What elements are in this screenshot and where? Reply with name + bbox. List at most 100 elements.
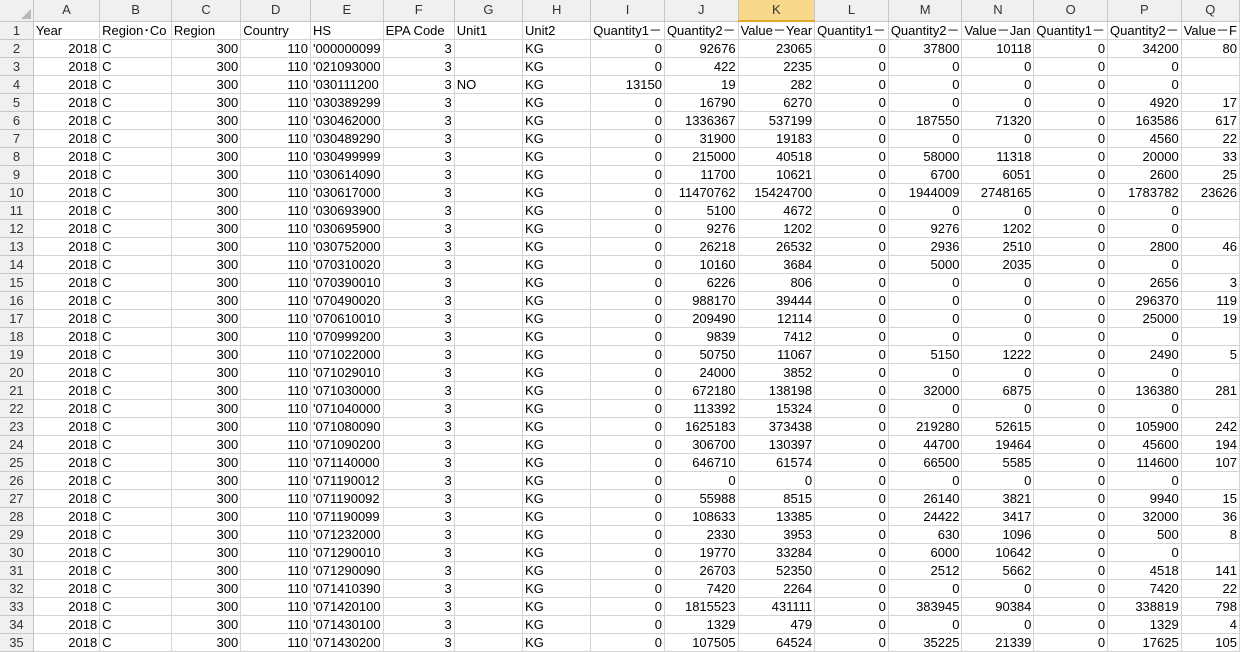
cell[interactable]: 300: [171, 273, 242, 292]
cell[interactable]: KG: [522, 345, 592, 364]
cell[interactable]: 296370: [1107, 291, 1182, 310]
row-header[interactable]: 32: [0, 579, 34, 598]
cell[interactable]: 0: [590, 399, 665, 418]
cell[interactable]: 0: [814, 525, 889, 544]
cell[interactable]: KG: [522, 417, 592, 436]
cell[interactable]: 2035: [961, 255, 1035, 274]
row-header[interactable]: 11: [0, 201, 34, 220]
cell[interactable]: C: [99, 273, 172, 292]
cell[interactable]: '071040000: [310, 399, 384, 418]
cell[interactable]: 0: [1033, 507, 1109, 526]
cell[interactable]: [1181, 57, 1240, 76]
cell[interactable]: C: [99, 309, 172, 328]
cell[interactable]: 110: [240, 291, 312, 310]
cell[interactable]: 0: [590, 237, 665, 256]
row-header[interactable]: 6: [0, 111, 34, 130]
cell[interactable]: KG: [522, 381, 592, 400]
row-header[interactable]: 2: [0, 39, 34, 58]
cell[interactable]: [454, 255, 524, 274]
cell[interactable]: 3852: [738, 363, 816, 382]
cell[interactable]: 3953: [738, 525, 816, 544]
cell[interactable]: C: [99, 237, 172, 256]
cell[interactable]: 0: [590, 633, 665, 652]
cell[interactable]: 300: [171, 111, 242, 130]
row-header[interactable]: 15: [0, 273, 34, 292]
cell[interactable]: 58000: [888, 147, 963, 166]
cell[interactable]: 36: [1181, 507, 1240, 526]
cell[interactable]: Value－Year: [738, 21, 816, 40]
cell[interactable]: 163586: [1107, 111, 1182, 130]
cell[interactable]: 107505: [664, 633, 739, 652]
cell[interactable]: 19: [1181, 309, 1240, 328]
cell[interactable]: 17625: [1107, 633, 1182, 652]
cell[interactable]: 1815523: [664, 597, 739, 616]
column-header-j[interactable]: J: [664, 0, 739, 22]
cell[interactable]: 242: [1181, 417, 1240, 436]
cell[interactable]: [1181, 201, 1240, 220]
cell[interactable]: [454, 543, 524, 562]
cell[interactable]: 23065: [738, 39, 816, 58]
cell[interactable]: '070390010: [310, 273, 384, 292]
row-header[interactable]: 30: [0, 543, 34, 562]
cell[interactable]: 0: [814, 291, 889, 310]
cell[interactable]: KG: [522, 111, 592, 130]
cell[interactable]: KG: [522, 435, 592, 454]
cell[interactable]: [454, 399, 524, 418]
cell[interactable]: 22: [1181, 579, 1240, 598]
cell[interactable]: 798: [1181, 597, 1240, 616]
cell[interactable]: '071190099: [310, 507, 384, 526]
cell[interactable]: 107: [1181, 453, 1240, 472]
cell[interactable]: 0: [1033, 309, 1109, 328]
cell[interactable]: 0: [888, 363, 963, 382]
cell[interactable]: 0: [1033, 381, 1109, 400]
cell[interactable]: 0: [590, 489, 665, 508]
cell[interactable]: [454, 111, 524, 130]
cell[interactable]: 5100: [664, 201, 739, 220]
cell[interactable]: 0: [961, 363, 1035, 382]
cell[interactable]: KG: [522, 543, 592, 562]
cell[interactable]: [454, 327, 524, 346]
cell[interactable]: 2018: [33, 363, 101, 382]
cell[interactable]: [1181, 75, 1240, 94]
cell[interactable]: 0: [1033, 453, 1109, 472]
cell[interactable]: 0: [1107, 471, 1182, 490]
cell[interactable]: 0: [888, 57, 963, 76]
cell[interactable]: 119: [1181, 291, 1240, 310]
cell[interactable]: 0: [1033, 39, 1109, 58]
cell[interactable]: 13385: [738, 507, 816, 526]
cell[interactable]: 3: [383, 615, 455, 634]
row-header[interactable]: 13: [0, 237, 34, 256]
cell[interactable]: 2018: [33, 579, 101, 598]
cell[interactable]: 2018: [33, 165, 101, 184]
cell[interactable]: EPA Code: [383, 21, 455, 40]
cell[interactable]: 537199: [738, 111, 816, 130]
cell[interactable]: 0: [1033, 75, 1109, 94]
cell[interactable]: 3: [383, 345, 455, 364]
cell[interactable]: 300: [171, 543, 242, 562]
cell[interactable]: 0: [590, 435, 665, 454]
cell[interactable]: 0: [590, 345, 665, 364]
cell[interactable]: [454, 525, 524, 544]
cell[interactable]: 110: [240, 39, 312, 58]
cell[interactable]: KG: [522, 129, 592, 148]
cell[interactable]: 0: [814, 381, 889, 400]
cell[interactable]: '071080090: [310, 417, 384, 436]
cell[interactable]: C: [99, 453, 172, 472]
column-header-o[interactable]: O: [1033, 0, 1109, 22]
cell[interactable]: 66500: [888, 453, 963, 472]
cell[interactable]: C: [99, 327, 172, 346]
cell[interactable]: 4672: [738, 201, 816, 220]
cell[interactable]: 2018: [33, 435, 101, 454]
cell[interactable]: 0: [1033, 291, 1109, 310]
cell[interactable]: 2235: [738, 57, 816, 76]
cell[interactable]: 110: [240, 147, 312, 166]
cell[interactable]: 0: [590, 273, 665, 292]
cell[interactable]: 0: [1033, 525, 1109, 544]
cell[interactable]: 300: [171, 435, 242, 454]
cell[interactable]: 0: [961, 291, 1035, 310]
cell[interactable]: 300: [171, 453, 242, 472]
cell[interactable]: 300: [171, 399, 242, 418]
cell[interactable]: KG: [522, 615, 592, 634]
cell[interactable]: 2018: [33, 183, 101, 202]
cell[interactable]: [454, 615, 524, 634]
